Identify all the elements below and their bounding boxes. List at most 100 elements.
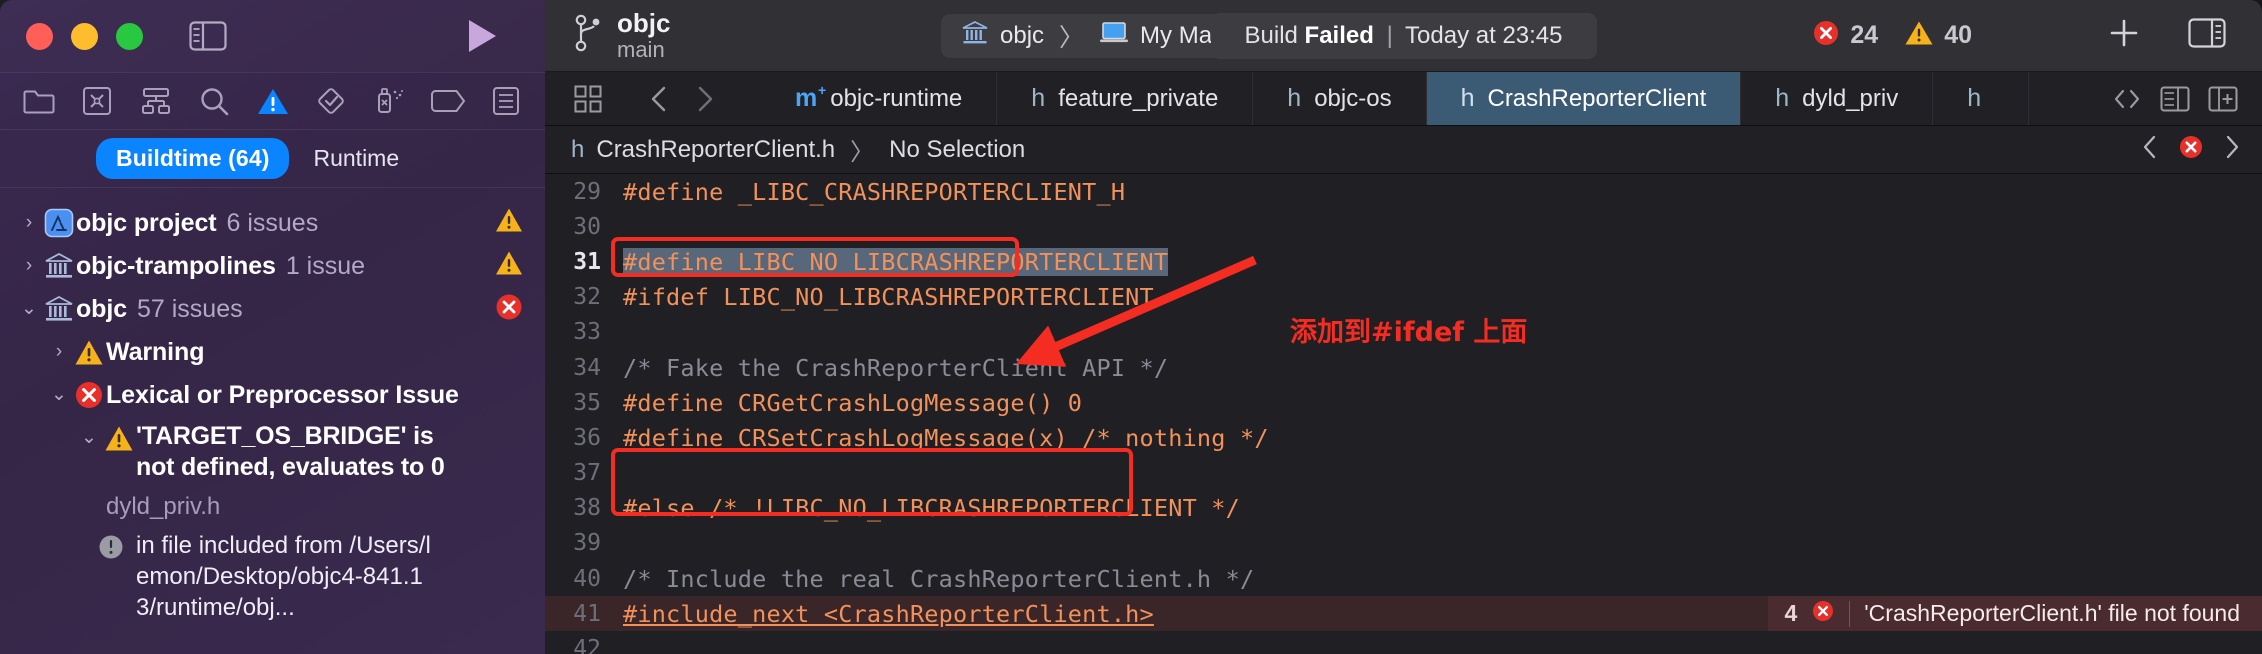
issue-row-warning-group[interactable]: › Warning (0, 331, 545, 374)
warning-triangle-icon (1904, 20, 1934, 51)
issue-row-lexical-preprocessor[interactable]: ⌄ Lexical or Preprocessor Issue (0, 374, 545, 417)
line-number: 30 (573, 213, 601, 240)
zoom-button[interactable] (116, 22, 143, 50)
minimap-icon[interactable] (2154, 78, 2196, 120)
breadcrumb-issue-nav (2142, 134, 2240, 165)
issue-detail-title: 'TARGET_OS_BRIDGE' is not defined, evalu… (136, 422, 445, 481)
breadcrumb-file[interactable]: CrashReporterClient.h (596, 136, 835, 164)
code-line[interactable]: 35 #define CRGetCrashLogMessage() 0 (545, 385, 2262, 420)
run-icon[interactable] (465, 18, 499, 54)
report-navigator-icon[interactable] (485, 82, 527, 120)
code-line[interactable]: 30 (545, 209, 2262, 244)
inline-error-count: 4 (1784, 600, 1798, 627)
tab-label: objc-runtime (830, 84, 963, 112)
code-line[interactable]: 34 /* Fake the CrashReporterClient API *… (545, 350, 2262, 385)
issue-count: 6 issues (226, 209, 319, 237)
line-number: 41 (573, 600, 601, 627)
chevron-left-icon[interactable] (2142, 135, 2158, 164)
code-line[interactable]: 37 (545, 456, 2262, 491)
issue-count: 57 issues (137, 295, 243, 323)
tab-grid-icon[interactable] (567, 78, 609, 120)
issue-label: objc (76, 295, 127, 323)
symbol-navigator-icon[interactable] (135, 82, 177, 120)
code-line[interactable]: 39 (545, 526, 2262, 561)
chevron-left-icon[interactable] (638, 78, 680, 120)
warning-counter[interactable]: 40 (1904, 20, 1972, 51)
issue-label: Lexical or Preprocessor Issue (106, 381, 459, 409)
disclosure-triangle-icon[interactable]: › (46, 335, 72, 369)
tab-overflow[interactable]: h (1933, 72, 2030, 125)
issue-row-objc[interactable]: ⌄ objc 57 issues (0, 288, 545, 331)
line-number: 39 (573, 530, 601, 557)
code-line-error[interactable]: 41 #include_next <CrashReporterClient.h>… (545, 596, 2262, 632)
filter-runtime-button[interactable]: Runtime (303, 138, 409, 179)
issue-row-target-os-bridge[interactable]: ⌄ 'TARGET_OS_BRIDGE' is not defined, eva… (0, 417, 545, 487)
header-file-icon: h (1031, 84, 1046, 112)
inspector-toggle-icon[interactable] (2188, 18, 2226, 53)
disclosure-triangle-icon[interactable]: ⌄ (16, 292, 42, 326)
inline-error-banner[interactable]: 4 'CrashReporterClient.h' file not found (1768, 596, 2262, 632)
tab-label: feature_private (1058, 84, 1219, 112)
app-target-icon (42, 206, 76, 240)
disclosure-triangle-icon[interactable]: › (16, 249, 42, 283)
test-navigator-icon[interactable] (310, 82, 352, 120)
line-number: 36 (573, 424, 601, 451)
add-editor-icon[interactable] (2202, 78, 2244, 120)
chevron-right-icon[interactable] (2224, 135, 2240, 164)
build-status-text[interactable]: Build Failed | Today at 23:45 (1210, 12, 1597, 59)
assistant-editor-icon[interactable] (2106, 78, 2148, 120)
sidebar-toggle-icon[interactable] (189, 21, 227, 51)
chevron-right-icon[interactable] (684, 78, 726, 120)
error-circle-icon[interactable] (2178, 134, 2204, 165)
toolbar-right-controls (2108, 17, 2226, 54)
filter-buildtime-button[interactable]: Buildtime (64) (96, 138, 290, 179)
code-line[interactable]: 40 /* Include the real CrashReporterClie… (545, 561, 2262, 596)
tab-crashreporterclient[interactable]: h CrashReporterClient (1426, 72, 1742, 125)
branch-indicator[interactable]: objc main (545, 7, 875, 63)
code-editor[interactable]: 29 #define _LIBC_CRASHREPORTERCLIENT_H 3… (545, 174, 2262, 654)
disclosure-triangle-icon[interactable]: ⌄ (46, 378, 72, 412)
scheme-destination-chip[interactable]: objc 〉 My Mac (941, 13, 1245, 58)
issue-row-objc-project[interactable]: › objc project 6 issues (0, 202, 545, 245)
issue-filter-bar: Buildtime (64) Runtime (0, 130, 545, 188)
code-line[interactable]: 38 #else /* !LIBC_NO_LIBCRASHREPORTERCLI… (545, 491, 2262, 526)
project-name: objc (617, 7, 671, 38)
code-line-selected[interactable]: 31 #define LIBC_NO_LIBCRASHREPORTERCLIEN… (545, 244, 2262, 279)
debug-navigator-icon[interactable] (368, 82, 410, 120)
tab-objc-runtime[interactable]: m + objc-runtime (761, 72, 998, 125)
error-circle-icon (1812, 19, 1840, 52)
issue-detail-file-row[interactable]: dyld_priv.h (0, 487, 545, 526)
code-line[interactable]: 29 #define _LIBC_CRASHREPORTERCLIENT_H (545, 174, 2262, 209)
find-navigator-icon[interactable] (193, 82, 235, 120)
issue-navigator-icon[interactable] (252, 82, 294, 120)
issue-navigator-list[interactable]: › objc project 6 issues › objc-trampolin… (0, 188, 545, 654)
tab-feature-private[interactable]: h feature_private (997, 72, 1254, 125)
minimize-button[interactable] (71, 22, 98, 50)
plus-icon[interactable] (2108, 17, 2140, 54)
breadcrumb-selection[interactable]: No Selection (889, 136, 1025, 164)
breakpoint-navigator-icon[interactable] (427, 82, 469, 120)
warning-triangle-icon (72, 335, 106, 369)
error-counter[interactable]: 24 (1812, 19, 1878, 52)
line-source: /* Include the real CrashReporterClient.… (623, 564, 1255, 593)
disclosure-triangle-icon[interactable]: › (16, 206, 42, 240)
traffic-lights (26, 22, 143, 50)
tab-dyld-priv[interactable]: h dyld_priv (1741, 72, 1934, 125)
code-line[interactable]: 36 #define CRSetCrashLogMessage(x) /* no… (545, 420, 2262, 455)
tab-objc-os[interactable]: h objc-os (1253, 72, 1427, 125)
code-line[interactable]: 42 (545, 631, 2262, 654)
issue-detail-note-row[interactable]: in file included from /Users/lemon/Deskt… (0, 526, 545, 627)
disclosure-triangle-icon[interactable]: ⌄ (76, 421, 102, 455)
project-navigator-icon[interactable] (18, 82, 60, 120)
source-control-navigator-icon[interactable] (76, 82, 118, 120)
issue-row-objc-trampolines[interactable]: › objc-trampolines 1 issue (0, 245, 545, 288)
line-number: 37 (573, 460, 601, 487)
issue-label: objc project (76, 209, 217, 237)
build-separator: | (1386, 21, 1393, 49)
line-source: #define CRGetCrashLogMessage() 0 (623, 388, 1083, 417)
build-result: Failed (1304, 21, 1374, 49)
tab-label: objc-os (1314, 84, 1392, 112)
close-button[interactable] (26, 22, 53, 50)
breadcrumb: h CrashReporterClient.h 〉 No Selection (545, 126, 2262, 174)
issue-label: objc-trampolines (76, 252, 276, 280)
